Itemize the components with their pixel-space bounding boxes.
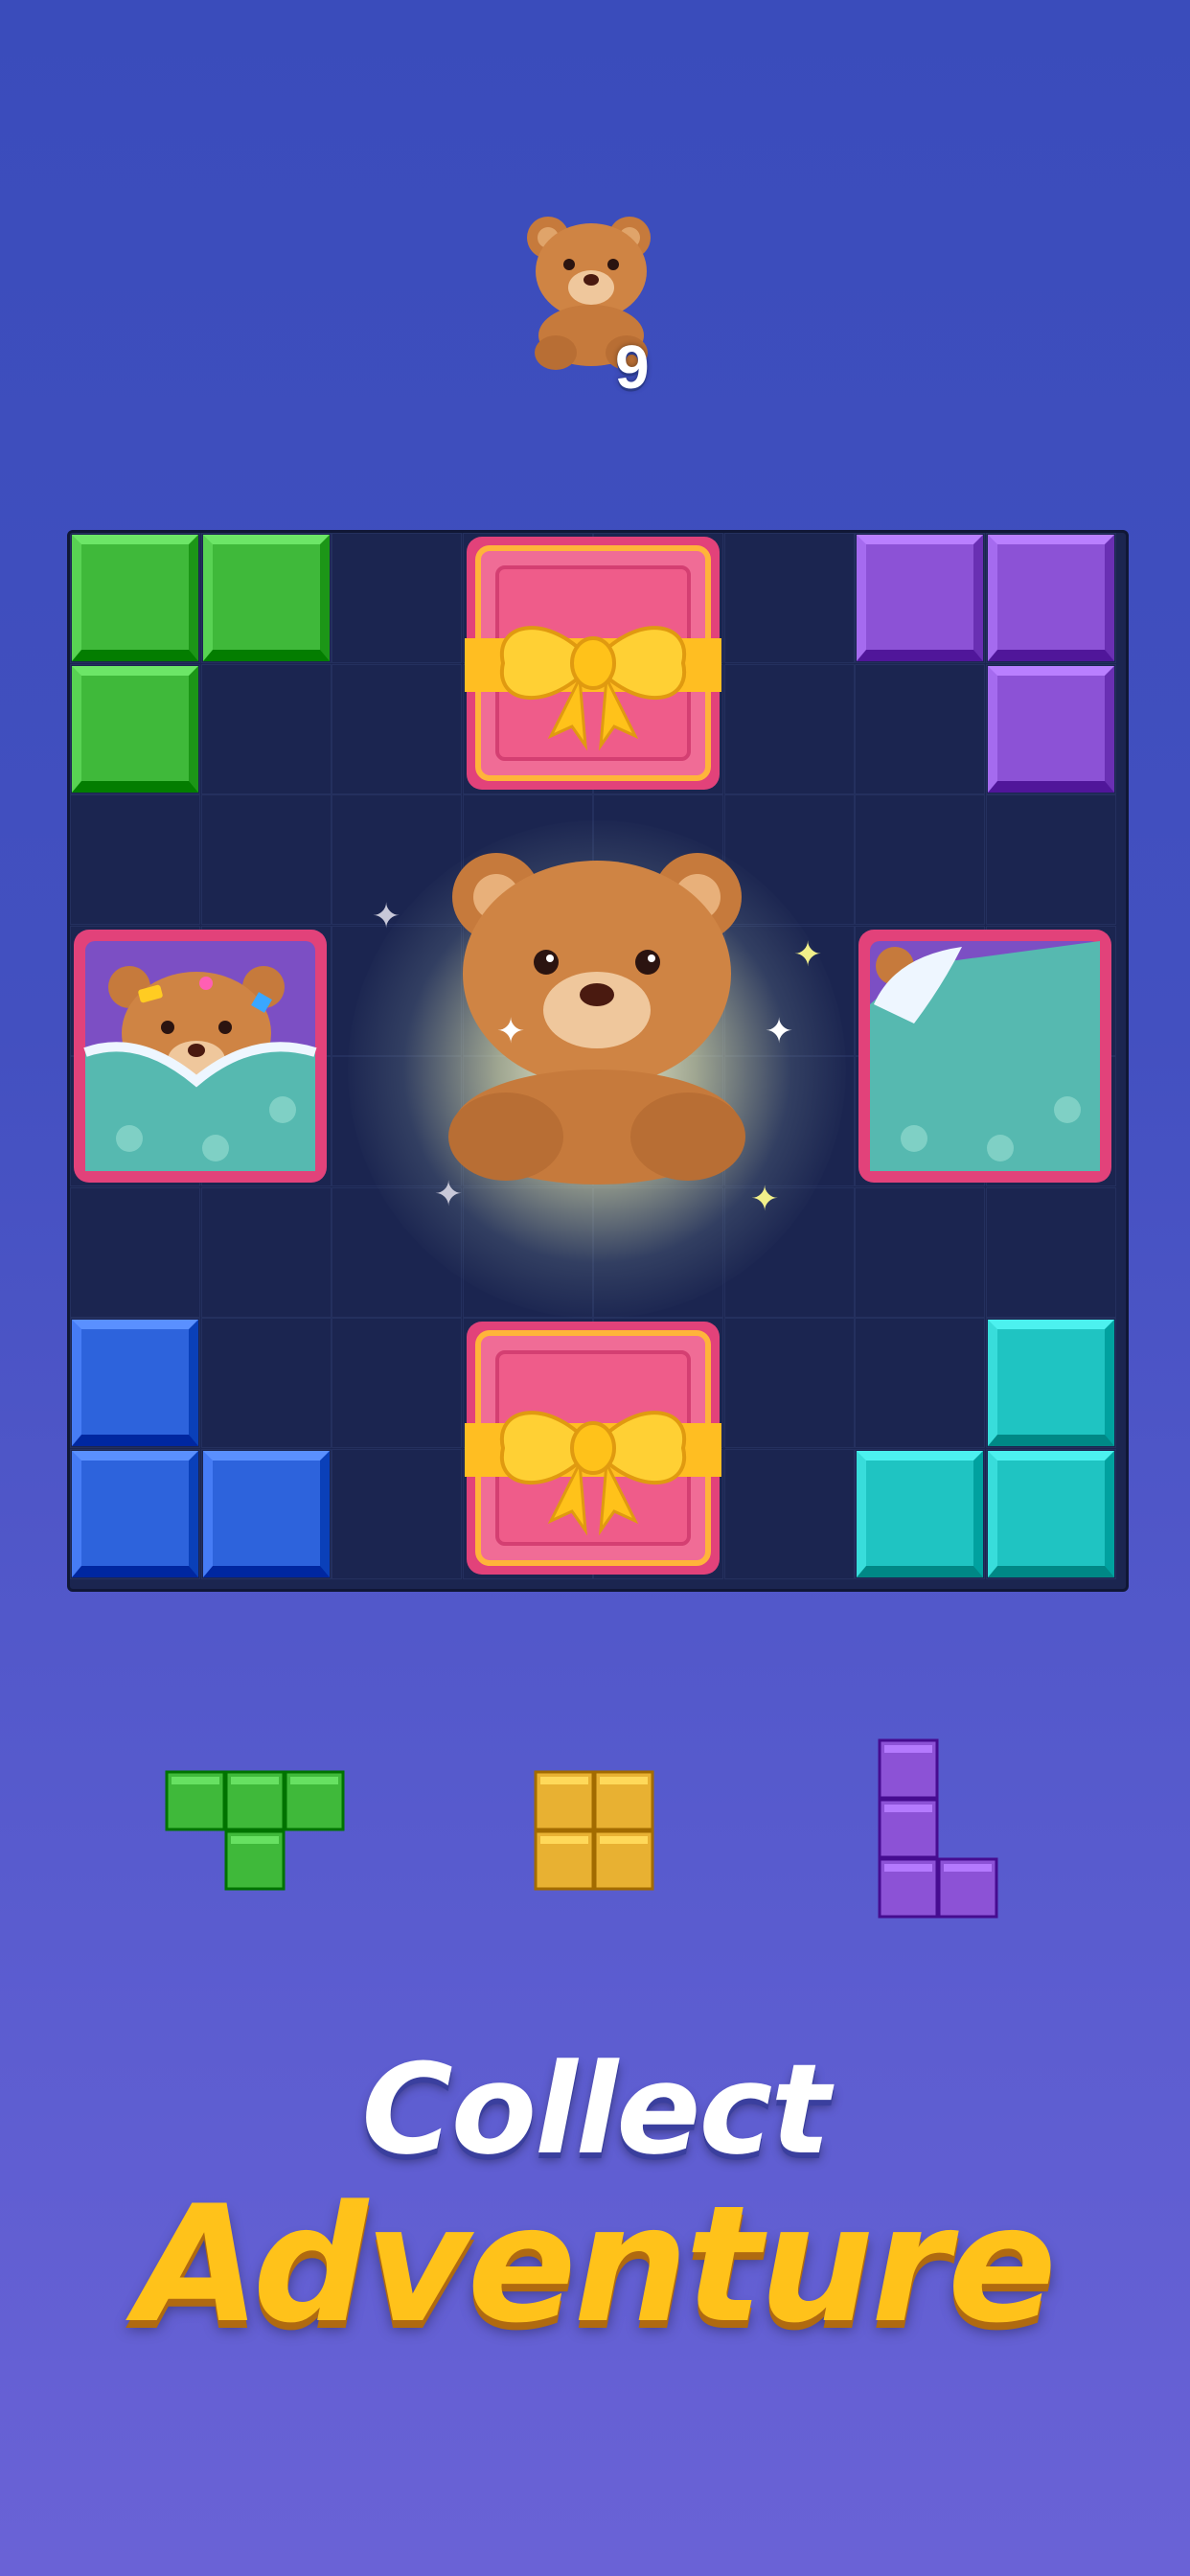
- bear-box-block: [857, 928, 1117, 1188]
- board-cell[interactable]: [985, 1186, 1116, 1318]
- sparkle-icon: ✦: [496, 1012, 526, 1051]
- piece-cell-highlight: [172, 1777, 219, 1784]
- purple-block: [857, 535, 983, 661]
- green-block: [72, 665, 198, 793]
- yellow-square-piece[interactable]: [534, 1770, 658, 1895]
- board-cell[interactable]: [332, 1448, 462, 1579]
- purple-block: [987, 535, 1114, 661]
- title-collect: Collect: [361, 2036, 830, 2182]
- board-cell[interactable]: [70, 1186, 200, 1318]
- gift-box-block: [464, 535, 725, 795]
- piece-cell-highlight: [600, 1777, 648, 1784]
- piece-cell-highlight: [884, 1805, 932, 1812]
- piece-cell-highlight: [231, 1777, 279, 1784]
- gift-box-block: [464, 1320, 725, 1580]
- piece-cell-highlight: [540, 1836, 588, 1844]
- goal-count: 9: [615, 333, 650, 402]
- board-cell[interactable]: [332, 1318, 462, 1448]
- sparkle-icon: ✦: [765, 1012, 794, 1051]
- sparkle-icon: ✦: [372, 897, 401, 936]
- board-cell[interactable]: [70, 794, 200, 925]
- blue-block: [72, 1320, 198, 1446]
- board-cell[interactable]: [985, 794, 1116, 925]
- purple-block: [987, 665, 1114, 793]
- green-block: [202, 535, 330, 661]
- board-cell[interactable]: [723, 533, 855, 663]
- piece-cell-highlight: [944, 1864, 992, 1872]
- teal-block: [987, 1450, 1114, 1577]
- board-cell[interactable]: [855, 1318, 985, 1448]
- title-adventure: Adventure: [136, 2171, 1057, 2358]
- teal-block: [987, 1320, 1114, 1446]
- sparkle-icon: ✦: [793, 935, 823, 975]
- piece-cell-highlight: [540, 1777, 588, 1784]
- board-cell[interactable]: [200, 663, 332, 794]
- board-cell[interactable]: [200, 794, 332, 925]
- sparkle-icon: ✦: [750, 1180, 780, 1219]
- board-cell[interactable]: [723, 1448, 855, 1579]
- sparkle-icon: ✦: [434, 1175, 464, 1214]
- board-cell[interactable]: [855, 663, 985, 794]
- teal-block: [857, 1450, 983, 1577]
- goal-indicator: 9: [510, 209, 673, 402]
- board-cell[interactable]: [332, 533, 462, 663]
- piece-cell-highlight: [231, 1836, 279, 1844]
- green-t-piece[interactable]: [165, 1770, 347, 1895]
- board-cell[interactable]: [855, 794, 985, 925]
- board-cell[interactable]: [200, 1186, 332, 1318]
- piece-cell-highlight: [884, 1745, 932, 1753]
- bear-box-block: [72, 928, 332, 1188]
- board-cell[interactable]: [723, 663, 855, 794]
- blue-block: [72, 1450, 198, 1577]
- piece-tray: [0, 1725, 1190, 1936]
- board-cell[interactable]: [200, 1318, 332, 1448]
- teddy-bear-reward-icon: [429, 840, 765, 1184]
- blue-block: [202, 1450, 330, 1577]
- piece-cell-highlight: [290, 1777, 338, 1784]
- purple-l-piece[interactable]: [878, 1738, 1002, 1920]
- board-cell[interactable]: [723, 1318, 855, 1448]
- piece-cell-highlight: [884, 1864, 932, 1872]
- piece-cell-highlight: [600, 1836, 648, 1844]
- board-cell[interactable]: [332, 663, 462, 794]
- game-board[interactable]: ✦ ✦ ✦ ✦ ✦ ✦: [67, 530, 1129, 1592]
- board-cell[interactable]: [855, 1186, 985, 1318]
- green-block: [72, 535, 198, 661]
